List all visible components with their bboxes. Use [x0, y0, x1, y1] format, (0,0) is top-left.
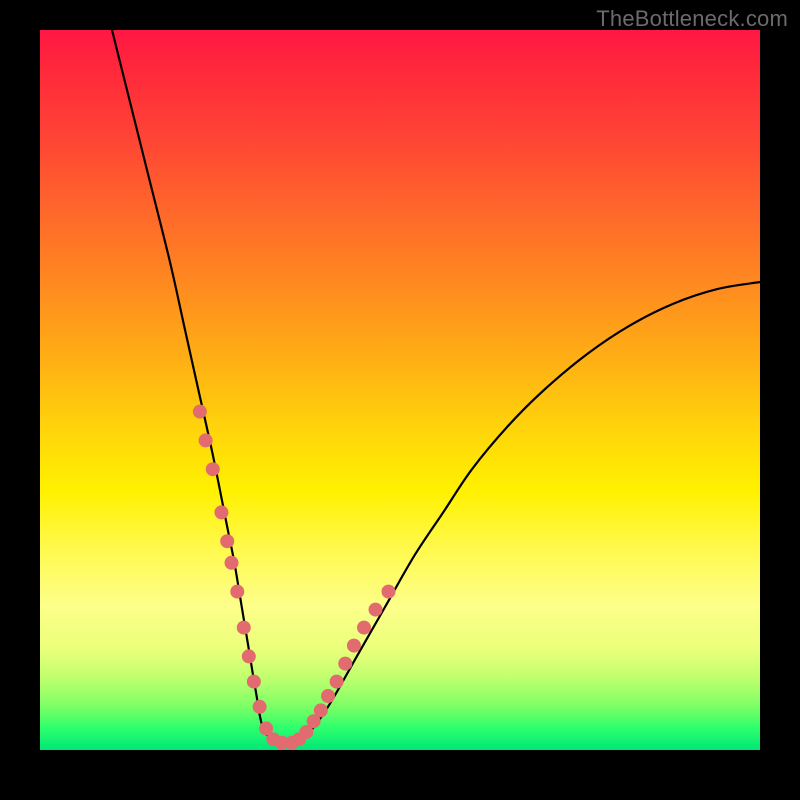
- right-dot-cluster: [285, 585, 395, 750]
- data-dot: [330, 675, 344, 689]
- data-dot: [206, 462, 220, 476]
- data-dot: [253, 700, 267, 714]
- data-dot: [247, 675, 261, 689]
- data-dot: [357, 621, 371, 635]
- left-dot-cluster: [193, 405, 289, 750]
- bottleneck-curve: [112, 30, 760, 744]
- data-dot: [321, 689, 335, 703]
- plot-area: [40, 30, 760, 750]
- curve-layer: [40, 30, 760, 750]
- chart-frame: TheBottleneck.com: [0, 0, 800, 800]
- data-dot: [242, 649, 256, 663]
- data-dot: [199, 433, 213, 447]
- data-dot: [314, 703, 328, 717]
- data-dot: [338, 657, 352, 671]
- data-dot: [214, 505, 228, 519]
- data-dot: [193, 405, 207, 419]
- watermark-text: TheBottleneck.com: [596, 6, 788, 32]
- data-dot: [220, 534, 234, 548]
- data-dot: [347, 639, 361, 653]
- data-dot: [369, 603, 383, 617]
- data-dot: [237, 621, 251, 635]
- data-dot: [230, 585, 244, 599]
- data-dot: [381, 585, 395, 599]
- data-dot: [225, 556, 239, 570]
